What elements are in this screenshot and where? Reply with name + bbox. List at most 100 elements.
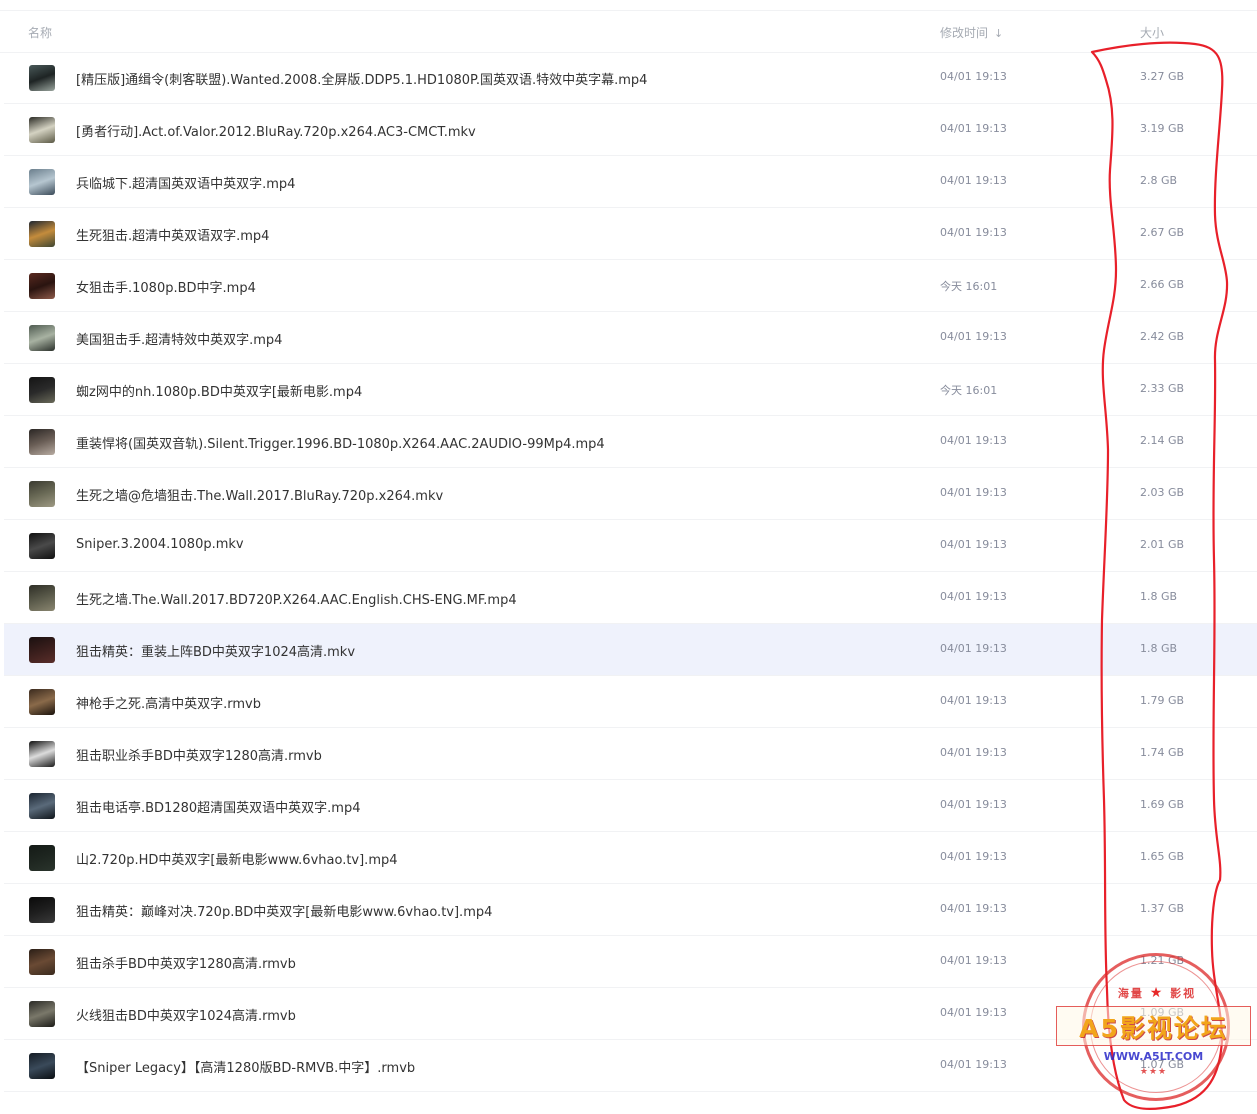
video-thumbnail-icon[interactable] [29,273,55,299]
list-header: 名称 修改时间 ↓ 大小 [0,10,1257,53]
file-modified-time: 今天 16:01 [940,384,998,397]
file-modified-time: 04/01 19:13 [940,902,1007,915]
file-modified-time: 04/01 19:13 [940,122,1007,135]
file-row[interactable]: Sniper.3.2004.1080p.mkv 04/01 19:13 2.01 G… [4,520,1257,572]
file-row[interactable]: 山2.720p.HD中英双字[最新电影www.6vhao.tv].mp4 04/0… [4,832,1257,884]
file-row[interactable]: 重装悍将(国英双音轨).Silent.Trigger.1996.BD-1080p… [4,416,1257,468]
file-row[interactable]: [勇者行动].Act.of.Valor.2012.BluRay.720p.x26… [4,104,1257,156]
file-size: 1.74 GB [1140,746,1185,759]
file-size: 1.37 GB [1140,902,1185,915]
file-row[interactable]: 狙击精英：重装上阵BD中英双字1024高清.mkv 04/01 19:13 1.8 … [4,624,1257,676]
file-name[interactable]: 蜘z网中的nh.1080p.BD中英双字[最新电影.mp4 [76,381,362,400]
file-modified-time: 04/01 19:13 [940,798,1007,811]
file-name[interactable]: Sniper.3.2004.1080p.mkv [76,537,244,552]
video-thumbnail-icon[interactable] [29,169,55,195]
file-size: 2.33 GB [1140,382,1185,395]
video-thumbnail-icon[interactable] [29,117,55,143]
file-name[interactable]: 狙击杀手BD中英双字1280高清.rmvb [76,953,296,972]
file-row[interactable]: 美国狙击手.超清特效中英双字.mp4 04/01 19:13 2.42 GB [4,312,1257,364]
video-thumbnail-icon[interactable] [29,793,55,819]
file-size: 1.09 GB [1140,1006,1185,1019]
file-name[interactable]: 兵临城下.超清国英双语中英双字.mp4 [76,173,295,192]
file-row[interactable]: 蜘z网中的nh.1080p.BD中英双字[最新电影.mp4 今天 16:01 2.3… [4,364,1257,416]
file-row[interactable]: [精压版]通缉令(刺客联盟).Wanted.2008.全屏版.DDP5.1.HD… [4,52,1257,104]
file-name[interactable]: 生死狙击.超清中英双语双字.mp4 [76,225,269,244]
file-size: 2.67 GB [1140,226,1185,239]
file-size: 3.19 GB [1140,122,1185,135]
file-size: 1.07 GB [1140,1058,1185,1071]
file-name[interactable]: 美国狙击手.超清特效中英双字.mp4 [76,329,282,348]
file-name[interactable]: 狙击电话亭.BD1280超清国英双语中英双字.mp4 [76,797,360,816]
file-name[interactable]: 【Sniper Legacy】【高清1280版BD-RMVB.中字】.rmvb [76,1057,415,1076]
video-thumbnail-icon[interactable] [29,221,55,247]
video-thumbnail-icon[interactable] [29,949,55,975]
file-row[interactable]: 生死之墙.The.Wall.2017.BD720P.X264.AAC.Engli… [4,572,1257,624]
file-row[interactable]: 火线狙击BD中英双字1024高清.rmvb 04/01 19:13 1.09 GB [4,988,1257,1040]
file-row[interactable]: 狙击精英：巅峰对决.720p.BD中英双字[最新电影www.6vhao.tv].… [4,884,1257,936]
file-size: 1.21 GB [1140,954,1185,967]
video-thumbnail-icon[interactable] [29,1001,55,1027]
video-thumbnail-icon[interactable] [29,325,55,351]
file-name[interactable]: 狙击精英：巅峰对决.720p.BD中英双字[最新电影www.6vhao.tv].… [76,901,492,920]
column-header-size[interactable]: 大小 [1140,24,1164,41]
file-modified-time: 04/01 19:13 [940,70,1007,83]
file-size: 2.42 GB [1140,330,1185,343]
file-name[interactable]: 山2.720p.HD中英双字[最新电影www.6vhao.tv].mp4 [76,849,398,868]
file-name[interactable]: 生死之墙@危墙狙击.The.Wall.2017.BluRay.720p.x264… [76,485,443,504]
file-size: 2.66 GB [1140,278,1185,291]
file-modified-time: 04/01 19:13 [940,694,1007,707]
file-modified-time: 04/01 19:13 [940,434,1007,447]
video-thumbnail-icon[interactable] [29,429,55,455]
file-row[interactable]: 狙击职业杀手BD中英双字1280高清.rmvb 04/01 19:13 1.74 G… [4,728,1257,780]
file-name[interactable]: [精压版]通缉令(刺客联盟).Wanted.2008.全屏版.DDP5.1.HD… [76,69,647,88]
video-thumbnail-icon[interactable] [29,637,55,663]
file-size: 1.8 GB [1140,642,1178,655]
video-thumbnail-icon[interactable] [29,845,55,871]
file-row[interactable]: 狙击电话亭.BD1280超清国英双语中英双字.mp4 04/01 19:13 1.6… [4,780,1257,832]
file-size: 1.8 GB [1140,590,1178,603]
file-modified-time: 04/01 19:13 [940,486,1007,499]
sort-descending-icon[interactable]: ↓ [994,27,1003,40]
file-name[interactable]: 狙击职业杀手BD中英双字1280高清.rmvb [76,745,322,764]
video-thumbnail-icon[interactable] [29,65,55,91]
file-name[interactable]: 生死之墙.The.Wall.2017.BD720P.X264.AAC.Engli… [76,589,517,608]
file-modified-time: 04/01 19:13 [940,538,1007,551]
file-modified-time: 04/01 19:13 [940,174,1007,187]
file-row[interactable]: 神枪手之死.高清中英双字.rmvb 04/01 19:13 1.79 GB [4,676,1257,728]
column-header-name[interactable]: 名称 [28,24,52,41]
video-thumbnail-icon[interactable] [29,689,55,715]
file-size: 2.14 GB [1140,434,1185,447]
file-row[interactable]: 狙击杀手BD中英双字1280高清.rmvb 04/01 19:13 1.21 GB [4,936,1257,988]
file-row[interactable]: 兵临城下.超清国英双语中英双字.mp4 04/01 19:13 2.8 GB [4,156,1257,208]
video-thumbnail-icon[interactable] [29,533,55,559]
file-row[interactable]: 生死之墙@危墙狙击.The.Wall.2017.BluRay.720p.x264… [4,468,1257,520]
file-modified-time: 04/01 19:13 [940,954,1007,967]
file-size: 1.79 GB [1140,694,1185,707]
file-modified-time: 04/01 19:13 [940,590,1007,603]
file-name[interactable]: 狙击精英：重装上阵BD中英双字1024高清.mkv [76,641,355,660]
video-thumbnail-icon[interactable] [29,481,55,507]
file-row[interactable]: 女狙击手.1080p.BD中字.mp4 今天 16:01 2.66 GB [4,260,1257,312]
video-thumbnail-icon[interactable] [29,377,55,403]
file-row[interactable]: 【Sniper Legacy】【高清1280版BD-RMVB.中字】.rmvb 0… [4,1040,1257,1092]
file-name[interactable]: 神枪手之死.高清中英双字.rmvb [76,693,261,712]
file-name[interactable]: 女狙击手.1080p.BD中字.mp4 [76,277,256,296]
video-thumbnail-icon[interactable] [29,741,55,767]
column-header-modified-time[interactable]: 修改时间 ↓ [940,24,1003,41]
file-modified-time: 今天 16:01 [940,280,998,293]
file-modified-time: 04/01 19:13 [940,642,1007,655]
file-modified-time: 04/01 19:13 [940,1058,1007,1071]
file-name[interactable]: [勇者行动].Act.of.Valor.2012.BluRay.720p.x26… [76,121,476,140]
file-size: 3.27 GB [1140,70,1185,83]
file-modified-time: 04/01 19:13 [940,1006,1007,1019]
file-name[interactable]: 火线狙击BD中英双字1024高清.rmvb [76,1005,296,1024]
file-modified-time: 04/01 19:13 [940,850,1007,863]
file-modified-time: 04/01 19:13 [940,330,1007,343]
file-name[interactable]: 重装悍将(国英双音轨).Silent.Trigger.1996.BD-1080p… [76,433,605,452]
file-modified-time: 04/01 19:13 [940,226,1007,239]
file-size: 1.65 GB [1140,850,1185,863]
file-row[interactable]: 生死狙击.超清中英双语双字.mp4 04/01 19:13 2.67 GB [4,208,1257,260]
video-thumbnail-icon[interactable] [29,585,55,611]
video-thumbnail-icon[interactable] [29,897,55,923]
video-thumbnail-icon[interactable] [29,1053,55,1079]
